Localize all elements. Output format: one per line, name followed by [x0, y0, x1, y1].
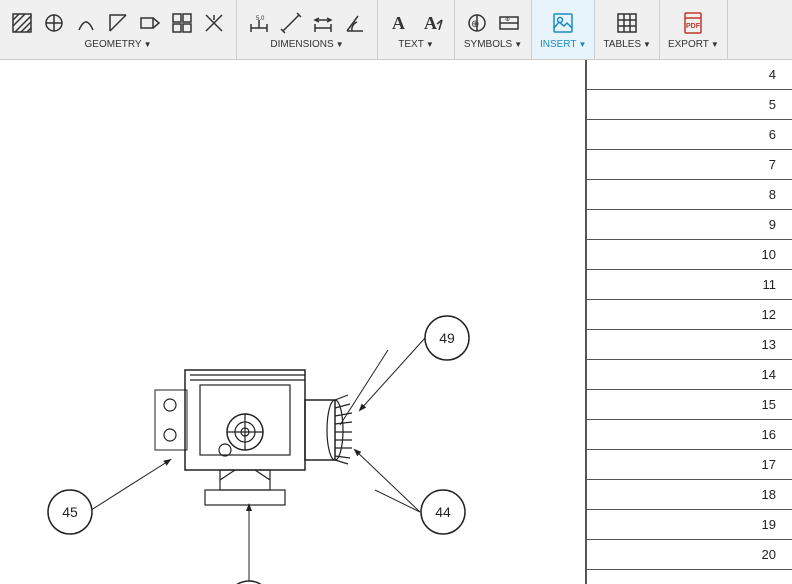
text-dropdown-arrow[interactable]: ▼ [426, 40, 434, 49]
dim-aligned-icon[interactable] [277, 9, 305, 37]
toolbar-group-tables: TABLES ▼ [595, 0, 660, 59]
svg-text:A: A [424, 13, 437, 33]
toolbar-group-text: A A TEXT ▼ [378, 0, 455, 59]
text-label[interactable]: TEXT ▼ [398, 39, 433, 50]
table-row[interactable]: 11 [587, 270, 792, 300]
svg-text:PDF: PDF [686, 23, 701, 30]
export-label[interactable]: EXPORT ▼ [668, 39, 719, 50]
table-row[interactable]: 9 [587, 210, 792, 240]
table-row[interactable]: 13 [587, 330, 792, 360]
svg-text:5.0: 5.0 [256, 16, 265, 22]
toolbar-group-insert: INSERT ▼ [532, 0, 595, 59]
main-area: 49 45 44 46 4567891011121314151617181920 [0, 60, 792, 584]
symbols-dropdown-arrow[interactable]: ▼ [514, 40, 522, 49]
dim-angle-icon[interactable] [341, 9, 369, 37]
insert-image-icon[interactable] [549, 9, 577, 37]
drawing-canvas[interactable]: 49 45 44 46 [0, 60, 585, 584]
hatch-icon[interactable] [8, 9, 36, 37]
symbols-label[interactable]: SYMBOLS ▼ [464, 39, 522, 50]
export-dropdown-arrow[interactable]: ▼ [711, 40, 719, 49]
toolbar-group-dimensions: 5.0 [237, 0, 378, 59]
table-row[interactable]: 5 [587, 90, 792, 120]
svg-text:44: 44 [435, 504, 451, 520]
toolbar-group-symbols: ⊕ ⊕ SYMBOLS ▼ [455, 0, 532, 59]
dimensions-dropdown-arrow[interactable]: ▼ [336, 40, 344, 49]
line-corner-icon[interactable] [104, 9, 132, 37]
svg-text:49: 49 [439, 330, 455, 346]
dim-radius-icon[interactable] [309, 9, 337, 37]
table-row[interactable]: 20 [587, 540, 792, 570]
text-icon[interactable]: A [386, 9, 414, 37]
symbols-icon[interactable]: ⊕ [463, 9, 491, 37]
table-row[interactable]: 18 [587, 480, 792, 510]
table-row[interactable]: 14 [587, 360, 792, 390]
export-pdf-icon[interactable]: PDF [679, 9, 707, 37]
table-row[interactable]: 15 [587, 390, 792, 420]
table-row[interactable]: 17 [587, 450, 792, 480]
leader-text-icon[interactable]: A [418, 9, 446, 37]
svg-text:⊕: ⊕ [471, 19, 479, 30]
table-row[interactable]: 16 [587, 420, 792, 450]
sym2-icon[interactable]: ⊕ [495, 9, 523, 37]
svg-text:⊕: ⊕ [505, 17, 510, 23]
table-row[interactable]: 12 [587, 300, 792, 330]
arc-icon[interactable] [72, 9, 100, 37]
table-row[interactable]: 19 [587, 510, 792, 540]
toolbar: GEOMETRY ▼ 5.0 [0, 0, 792, 60]
grid-icon[interactable] [168, 9, 196, 37]
tables-icon[interactable] [613, 9, 641, 37]
tables-label[interactable]: TABLES ▼ [603, 39, 651, 50]
circle-icon[interactable] [40, 9, 68, 37]
table-row[interactable]: 10 [587, 240, 792, 270]
trim-icon[interactable] [200, 9, 228, 37]
insert-label[interactable]: INSERT ▼ [540, 39, 586, 50]
dimensions-label[interactable]: DIMENSIONS ▼ [270, 39, 343, 50]
tables-dropdown-arrow[interactable]: ▼ [643, 40, 651, 49]
insert-dropdown-arrow[interactable]: ▼ [579, 40, 587, 49]
geometry-label[interactable]: GEOMETRY ▼ [85, 39, 152, 50]
toolbar-group-export: PDF EXPORT ▼ [660, 0, 728, 59]
right-panel-table: 4567891011121314151617181920 [585, 60, 792, 584]
svg-text:45: 45 [62, 504, 78, 520]
table-row[interactable]: 4 [587, 60, 792, 90]
geometry-dropdown-arrow[interactable]: ▼ [144, 40, 152, 49]
table-row[interactable]: 7 [587, 150, 792, 180]
svg-text:A: A [392, 13, 405, 33]
table-row[interactable]: 6 [587, 120, 792, 150]
table-row[interactable]: 8 [587, 180, 792, 210]
toolbar-group-geometry: GEOMETRY ▼ [0, 0, 237, 59]
dim-linear-icon[interactable]: 5.0 [245, 9, 273, 37]
move-icon[interactable] [136, 9, 164, 37]
